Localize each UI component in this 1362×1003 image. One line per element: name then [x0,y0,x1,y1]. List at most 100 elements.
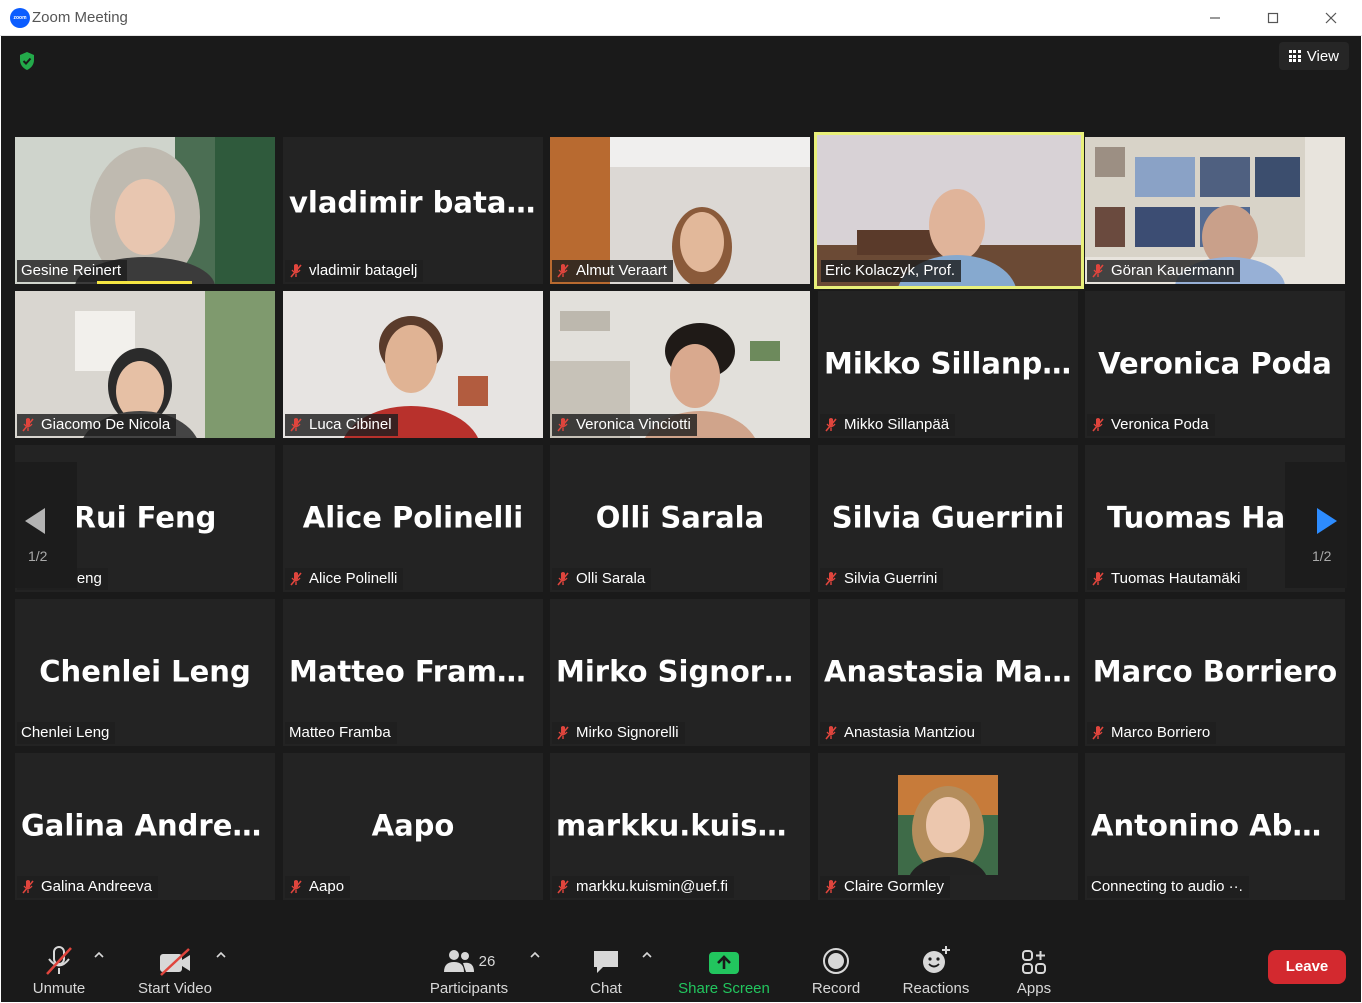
participant-name-label: Olli Sarala [552,568,652,590]
apps-label: Apps [1016,980,1052,997]
participant-name-label: Tuomas Hautamäki [1087,568,1247,590]
muted-mic-icon [557,572,569,586]
video-tile[interactable]: markku.kuismin... markku.kuismin@uef.fi [550,753,810,900]
share-screen-icon [709,952,739,974]
participants-count: 26 [478,952,496,970]
participant-display-name: Alice Polinelli [302,499,524,534]
maximize-button[interactable] [1244,0,1302,36]
leave-button[interactable]: Leave [1268,950,1346,984]
encryption-shield-icon[interactable] [17,51,37,71]
chevron-left-icon [25,508,45,534]
muted-mic-icon [22,880,34,894]
view-label: View [1306,47,1339,65]
chat-button[interactable]: Chat [581,936,631,1002]
muted-mic-icon [1092,418,1104,432]
muted-mic-icon [825,726,837,740]
video-tile[interactable]: Luca Cibinel [283,291,543,438]
participant-display-name: Matteo Framba [289,653,538,688]
page-indicator-right: 1/2 [1312,548,1332,564]
video-tile[interactable]: Göran Kauermann [1085,137,1345,284]
muted-mic-icon [1092,726,1104,740]
minimize-button[interactable] [1186,0,1244,36]
participant-name-label: Galina Andreeva [17,876,158,898]
close-icon [1325,12,1337,24]
meeting-toolbar: Unmute Start Video 26 Participants Chat … [1,936,1361,1002]
muted-mic-icon [290,264,302,278]
minimize-icon [1210,17,1220,19]
participant-name-label: Göran Kauermann [1087,260,1241,282]
apps-button[interactable]: Apps [1009,936,1059,1002]
video-tile[interactable]: Giacomo De Nicola [15,291,275,438]
participant-name-label: Claire Gormley [820,876,951,898]
page-indicator-left: 1/2 [28,548,48,564]
share-screen-label: Share Screen [678,980,770,997]
apps-icon [1022,950,1046,974]
video-tile[interactable]: Veronica Vinciotti [550,291,810,438]
video-tile[interactable]: Marco Borriero Marco Borriero [1085,599,1345,746]
muted-mic-icon [22,418,34,432]
unmute-label: Unmute [32,980,86,997]
video-tile[interactable]: Galina Andreeva Galina Andreeva [15,753,275,900]
participant-display-name: Veronica Poda [1098,345,1332,380]
participant-name-label: Matteo Framba [285,722,397,744]
video-tile[interactable]: Claire Gormley [818,753,1078,900]
participant-name-label: Marco Borriero [1087,722,1217,744]
participant-name-label: Silvia Guerrini [820,568,944,590]
close-button[interactable] [1302,0,1360,36]
unmute-button[interactable]: Unmute [25,936,93,1002]
video-tile[interactable]: Olli Sarala Olli Sarala [550,445,810,592]
muted-mic-icon [290,418,302,432]
video-tile[interactable]: Mirko Signorelli Mirko Signorelli [550,599,810,746]
participant-display-name: vladimir batagelj [289,185,543,219]
share-screen-button[interactable]: Share Screen [677,936,771,1002]
participant-display-name: Aapo [371,807,455,842]
video-tile[interactable]: Matteo Framba Matteo Framba [283,599,543,746]
video-tile-active-speaker[interactable]: Eric Kolaczyk, Prof. [814,132,1084,289]
participant-display-name: markku.kuismin... [556,807,810,842]
participant-name-label: Luca Cibinel [285,414,398,436]
view-button[interactable]: View [1278,42,1349,70]
previous-page-button[interactable]: 1/2 [15,462,77,588]
participant-display-name: Olli Sarala [595,499,765,534]
video-tile[interactable]: Alice Polinelli Alice Polinelli [283,445,543,592]
participants-button[interactable]: 26 Participants [421,936,517,1002]
participant-name-label: Mikko Sillanpää [820,414,956,436]
reactions-button[interactable]: Reactions [899,936,973,1002]
next-page-button[interactable]: 1/2 [1285,462,1347,588]
muted-mic-icon [557,418,569,432]
chat-options-chevron-up-icon[interactable] [641,950,653,958]
speaking-indicator [97,281,192,284]
video-tile[interactable]: Veronica Poda Veronica Poda [1085,291,1345,438]
video-tile[interactable]: Chenlei Leng Chenlei Leng [15,599,275,746]
video-tile[interactable]: vladimir batagelj vladimir batagelj [283,137,543,284]
video-tile[interactable]: Aapo Aapo [283,753,543,900]
video-tile[interactable]: Mikko Sillanpää Mikko Sillanpää [818,291,1078,438]
video-tile[interactable]: Antonino Abbr... Connecting to audio ··. [1085,753,1345,900]
participant-display-name: Galina Andreeva [21,807,275,842]
record-button[interactable]: Record [807,936,865,1002]
video-tile[interactable]: Gesine Reinert [15,137,275,284]
zoom-app-icon: zoom [10,8,30,28]
participant-name-label: Eric Kolaczyk, Prof. [821,260,962,282]
participant-name-label: Alice Polinelli [285,568,404,590]
muted-mic-icon [825,880,837,894]
maximize-icon [1267,12,1279,24]
participants-options-chevron-up-icon[interactable] [529,950,541,958]
video-tile[interactable]: Silvia Guerrini Silvia Guerrini [818,445,1078,592]
participant-name-label: Giacomo De Nicola [17,414,177,436]
meeting-stage: View Gesine Reinert vladimir batagelj vl… [1,36,1361,936]
participant-name-label: Anastasia Mantziou [820,722,981,744]
participant-display-name: Mirko Signorelli [556,653,810,688]
muted-mic-icon [557,264,569,278]
video-tile[interactable]: Anastasia Mant... Anastasia Mantziou [818,599,1078,746]
muted-mic-icon [1092,264,1104,278]
video-tile[interactable]: Almut Veraart [550,137,810,284]
start-video-button[interactable]: Start Video [133,936,217,1002]
video-options-chevron-up-icon[interactable] [215,950,227,958]
connecting-audio-label: Connecting to audio ··. [1087,876,1249,898]
record-icon [823,948,849,974]
audio-options-chevron-up-icon[interactable] [93,950,105,958]
participant-display-name: Silvia Guerrini [831,499,1065,534]
participants-icon [443,950,474,972]
record-label: Record [811,980,861,997]
